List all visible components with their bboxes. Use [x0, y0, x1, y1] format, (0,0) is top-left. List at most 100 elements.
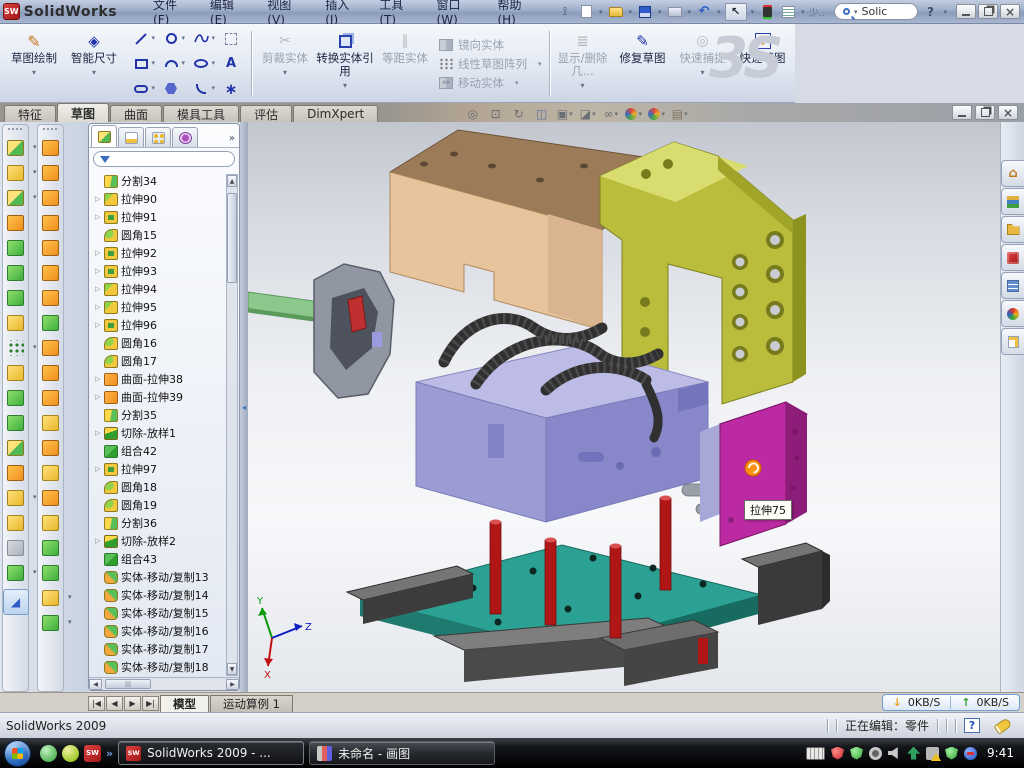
move-copy-body-icon[interactable]	[3, 460, 29, 485]
scroll-left-icon[interactable]: ◀	[89, 679, 102, 690]
boundary-surface-icon[interactable]	[38, 260, 64, 285]
d dome-icon[interactable]	[38, 585, 64, 610]
tab-features[interactable]: 特征	[4, 105, 56, 122]
instant3d-icon[interactable]	[3, 589, 29, 615]
convert-entities-dropdown[interactable]	[343, 78, 347, 92]
scroll-up-icon[interactable]: ▲	[227, 175, 237, 187]
graphics-viewport[interactable]: Y Z X 拉伸75	[248, 122, 1000, 692]
sketch-text-tool-icon[interactable]	[216, 51, 246, 76]
tab-dimxpert[interactable]: DimXpert	[293, 105, 378, 122]
lofted-surface-icon[interactable]	[38, 235, 64, 260]
tag-icon[interactable]	[994, 717, 1013, 734]
tree-item[interactable]: 实体-移动/复制13	[95, 568, 225, 586]
sync-blue-icon[interactable]	[964, 747, 977, 760]
filled-surface-icon[interactable]	[38, 560, 64, 585]
spline-tool-icon[interactable]: ▾	[186, 26, 216, 51]
rapid-sketch-button[interactable]: 快速草图	[733, 27, 793, 100]
scroll-right-icon[interactable]: ▶	[226, 679, 239, 690]
panel-splitter[interactable]	[240, 122, 248, 692]
configuration-manager-tab[interactable]	[145, 127, 171, 147]
save-icon[interactable]	[639, 6, 651, 18]
sketch-button[interactable]: 草图绘制	[4, 27, 64, 100]
view-palette-tab[interactable]	[1001, 244, 1024, 271]
keyboard-layout-icon[interactable]	[806, 747, 825, 760]
revolved-surface-icon[interactable]	[38, 160, 64, 185]
first-tab-icon[interactable]: |◀	[88, 696, 105, 711]
fillet-surface-icon[interactable]	[38, 385, 64, 410]
select-tool-icon[interactable]	[725, 3, 747, 21]
tree-horizontal-scrollbar[interactable]: ◀ ||| ▶	[89, 677, 239, 690]
tree-item[interactable]: 组合43	[95, 550, 225, 568]
tree-item[interactable]: 分割36	[95, 514, 225, 532]
print-dropdown[interactable]: ▾	[688, 8, 692, 16]
help-icon[interactable]: ?	[921, 4, 939, 20]
tree-item[interactable]: 拉伸95	[95, 298, 225, 316]
design-library-tab[interactable]	[1001, 188, 1024, 215]
tree-item[interactable]: 实体-移动/复制18	[95, 658, 225, 676]
reference-geometry-icon[interactable]	[3, 510, 29, 535]
ellipse-tool-icon[interactable]: ▾	[186, 51, 216, 76]
tree-item[interactable]: 圆角19	[95, 496, 225, 514]
save-dropdown[interactable]: ▾	[658, 8, 662, 16]
search-box[interactable]: ▾	[834, 3, 919, 20]
tree-item[interactable]: 切除-放样1	[95, 424, 225, 442]
point-tool-icon[interactable]	[216, 76, 246, 101]
open-document-icon[interactable]	[609, 7, 623, 17]
new-dropdown[interactable]: ▾	[599, 8, 603, 16]
taskbar-clock[interactable]: 9:41	[987, 746, 1014, 760]
extend-surface-icon[interactable]	[38, 460, 64, 485]
custom-properties-tab[interactable]	[1001, 328, 1024, 355]
hscroll-thumb[interactable]: |||	[105, 679, 151, 689]
tab-surfaces[interactable]: 曲面	[110, 105, 162, 122]
start-button[interactable]	[4, 740, 31, 767]
toolbar-grip[interactable]	[7, 127, 24, 132]
delete-body-icon[interactable]	[3, 485, 29, 510]
tree-item[interactable]: 分割34	[95, 172, 225, 190]
arc-tool-icon[interactable]: ▾	[156, 51, 186, 76]
photoworks-items-tab[interactable]	[1001, 272, 1024, 299]
pattern-box-tool-icon[interactable]	[216, 26, 246, 51]
combine-icon[interactable]	[3, 435, 29, 460]
network-speed-widget[interactable]: ↓0KB/S ↑0KB/S	[882, 694, 1020, 711]
open-dropdown[interactable]: ▾	[629, 8, 633, 16]
knit-surface-icon[interactable]	[38, 510, 64, 535]
search-input[interactable]	[861, 5, 909, 18]
tree-item[interactable]: 切除-放样2	[95, 532, 225, 550]
scroll-down-icon[interactable]: ▼	[227, 663, 237, 675]
extruded-cut-icon[interactable]	[3, 160, 29, 185]
rib-icon[interactable]	[3, 360, 29, 385]
file-explorer-tab[interactable]	[1001, 216, 1024, 243]
property-manager-tab[interactable]	[118, 127, 144, 147]
volume-icon[interactable]	[888, 747, 901, 760]
hide-show-items-icon[interactable]: ▾	[601, 106, 620, 122]
tree-item[interactable]: 分割35	[95, 406, 225, 424]
dimxpert-manager-tab[interactable]	[172, 127, 198, 147]
draft-icon[interactable]	[3, 285, 29, 310]
prev-tab-icon[interactable]: ◀	[106, 696, 123, 711]
tree-item[interactable]: 拉伸94	[95, 280, 225, 298]
rotate-view-icon[interactable]	[509, 106, 528, 122]
scenes-icon[interactable]: ▾	[647, 106, 666, 122]
antivirus-360-icon[interactable]	[62, 745, 79, 762]
tree-item[interactable]: 实体-移动/复制15	[95, 604, 225, 622]
tree-item[interactable]: 圆角16	[95, 334, 225, 352]
doc-close-button[interactable]	[998, 105, 1018, 120]
options-icon[interactable]	[782, 6, 795, 18]
extruded-boss-icon[interactable]	[3, 135, 29, 160]
quick-launch-chevron[interactable]: »	[106, 747, 113, 760]
shell-icon[interactable]	[3, 260, 29, 285]
update-gear-icon[interactable]	[869, 747, 882, 760]
status-help-icon[interactable]: ?	[964, 718, 980, 733]
swept-boss-icon[interactable]	[3, 210, 29, 235]
solidworks-resources-tab[interactable]	[1001, 160, 1024, 187]
close-button[interactable]	[1000, 4, 1020, 19]
swept-surface-icon[interactable]	[38, 135, 64, 160]
solidworks-launcher-icon[interactable]	[84, 745, 101, 762]
trim-surface-icon[interactable]	[38, 485, 64, 510]
tree-item[interactable]: 实体-移动/复制14	[95, 586, 225, 604]
helix-icon[interactable]	[3, 560, 29, 585]
tree-item[interactable]: 拉伸96	[95, 316, 225, 334]
select-dropdown[interactable]: ▾	[751, 8, 755, 16]
next-tab-icon[interactable]: ▶	[124, 696, 141, 711]
model-tab[interactable]: 模型	[160, 695, 209, 712]
